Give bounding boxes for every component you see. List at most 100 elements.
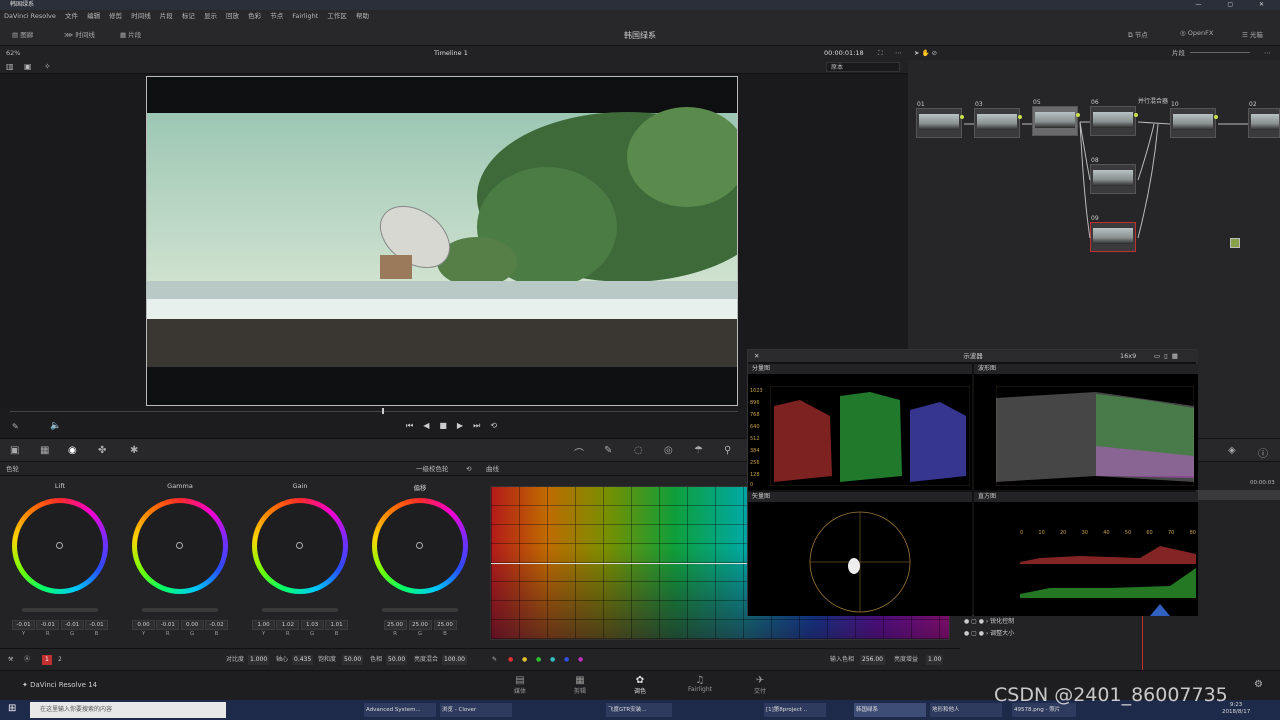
scope-name[interactable]: 波形图 <box>978 365 996 372</box>
menu-item[interactable]: 色彩 <box>248 12 261 20</box>
curves-icon[interactable]: ⌒ <box>574 445 584 460</box>
task-item[interactable]: Advanced System... <box>364 703 436 717</box>
cyan-dot-icon[interactable]: ● <box>550 649 555 671</box>
scrubber-track[interactable] <box>10 411 738 412</box>
video-frame[interactable] <box>146 76 738 406</box>
keyframe-row[interactable]: ● ▢ ● › 锐化控制 <box>964 616 1014 625</box>
value-y[interactable]: 0.00 <box>132 620 155 630</box>
value-r[interactable]: -0.01 <box>36 620 60 630</box>
red-dot-icon[interactable]: ● <box>508 649 513 671</box>
rgb-mixer-icon[interactable]: ✤ <box>98 445 106 456</box>
lum-mix-value[interactable]: 100.00 <box>442 655 467 665</box>
wheels-mode-select[interactable]: 一级校色轮 <box>416 462 449 476</box>
playback-controls[interactable]: ⏮◀■▶⏭⟲ <box>406 421 507 431</box>
close-icon[interactable]: ✕ <box>754 350 759 362</box>
nav-deliver[interactable]: ✈ 交付 <box>740 675 780 695</box>
contrast-value[interactable]: 1.000 <box>248 655 270 665</box>
nav-edit[interactable]: ▦ 剪辑 <box>560 675 600 695</box>
menu-item[interactable]: 片段 <box>160 12 173 20</box>
zoom-level[interactable]: 62% <box>6 46 20 60</box>
menu-item[interactable]: 时间线 <box>131 12 151 20</box>
wheel-handle[interactable] <box>416 542 423 549</box>
value-g[interactable]: 1.03 <box>300 620 324 630</box>
node-mode[interactable]: 片段 <box>1172 46 1185 60</box>
saturation-value[interactable]: 50.00 <box>342 655 364 665</box>
value-b[interactable]: -0.01 <box>84 620 108 630</box>
key-icon[interactable]: ⚲ <box>724 445 731 456</box>
task-item[interactable]: 韩国绿系 <box>854 703 926 717</box>
auto-icon[interactable]: Ⓐ <box>24 649 30 671</box>
gear-icon[interactable]: ⚙ <box>1254 679 1263 690</box>
timeline-name[interactable]: Timeline 1 <box>434 46 468 60</box>
pointer-icon[interactable]: ➤ ✋ ⊘ <box>914 46 937 60</box>
blue-dot-icon[interactable]: ● <box>564 649 569 671</box>
magic-icon[interactable]: ✧ <box>44 62 51 71</box>
output-node[interactable] <box>1230 238 1240 248</box>
source-select[interactable]: 原本 <box>826 62 900 72</box>
scope-layout-select[interactable]: 16x9 <box>1120 350 1136 362</box>
nodes-button[interactable]: ⧉ 节点 <box>1128 29 1148 40</box>
task-item[interactable]: 地形和他人 <box>930 703 1002 717</box>
taskbar-search[interactable]: 在这里输入你要搜索的内容 <box>30 702 226 718</box>
blur-icon[interactable]: ☂ <box>694 445 703 456</box>
value-b[interactable]: 25.00 <box>433 620 457 630</box>
value-g[interactable]: 25.00 <box>408 620 432 630</box>
keyframe-track[interactable] <box>1198 490 1280 500</box>
windows-start-icon[interactable]: ⊞ <box>8 703 16 714</box>
motion-icon[interactable]: ✱ <box>130 445 138 456</box>
value-y[interactable]: 1.00 <box>252 620 275 630</box>
magenta-dot-icon[interactable]: ● <box>578 649 583 671</box>
window-icon[interactable]: ◌ <box>634 445 643 456</box>
value-b[interactable]: -0.02 <box>204 620 228 630</box>
menu-item[interactable]: 工作区 <box>327 12 347 20</box>
lum-gain-value[interactable]: 1.00 <box>926 655 944 665</box>
menu-item[interactable]: 显示 <box>204 12 217 20</box>
scope-name[interactable]: 直方图 <box>978 493 996 500</box>
tracker-icon[interactable]: ◎ <box>664 445 673 456</box>
menu-item[interactable]: 标记 <box>182 12 195 20</box>
menu-item[interactable]: 修剪 <box>109 12 122 20</box>
page-1-button[interactable]: 1 <box>42 655 52 665</box>
value-r[interactable]: 25.00 <box>383 620 407 630</box>
scope-name[interactable]: 矢量图 <box>752 493 770 500</box>
qualifier-icon[interactable]: ✎ <box>604 445 612 456</box>
node-zoom-slider[interactable] <box>1190 52 1250 53</box>
menu-item[interactable]: 回放 <box>226 12 239 20</box>
wheel-handle[interactable] <box>296 542 303 549</box>
value-r[interactable]: -0.01 <box>156 620 180 630</box>
task-item[interactable]: [1]第8project .. <box>764 703 826 717</box>
yellow-dot-icon[interactable]: ● <box>522 649 527 671</box>
hue-value[interactable]: 50.00 <box>386 655 408 665</box>
task-item[interactable]: 飞度GTR安装... <box>606 703 672 717</box>
more-icon[interactable]: ⋯ <box>895 46 902 60</box>
reset-icon[interactable]: ⟲ <box>466 462 471 476</box>
green-dot-icon[interactable]: ● <box>536 649 541 671</box>
picker-icon[interactable]: ✎ <box>492 649 497 671</box>
openfx-button[interactable]: ◎ OpenFX <box>1180 29 1213 37</box>
grid-icon[interactable]: ▦ <box>40 445 49 456</box>
nav-fairlight[interactable]: ♫ Fairlight <box>680 675 720 693</box>
input-hue-value[interactable]: 256.00 <box>860 655 885 665</box>
master-wheel-slider[interactable] <box>382 608 458 612</box>
playhead[interactable] <box>382 408 384 414</box>
keyframe-row[interactable]: ● ▢ ● › 调整大小 <box>964 628 1014 637</box>
picker-icon[interactable]: ⚒ <box>8 649 13 671</box>
volume-icon[interactable]: 🔈 <box>50 421 61 431</box>
lightbox-button[interactable]: ☰ 光箱 <box>1242 29 1263 39</box>
menu-item[interactable]: 帮助 <box>356 12 369 20</box>
window-controls[interactable]: — ▢ ✕ <box>1195 0 1276 10</box>
info-icon[interactable]: ⓘ <box>1258 445 1268 460</box>
scope-name[interactable]: 分量图 <box>752 365 770 372</box>
split-icon[interactable]: ▣ <box>24 62 32 71</box>
wheel-handle[interactable] <box>56 542 63 549</box>
wheel-handle[interactable] <box>176 542 183 549</box>
menu-item[interactable]: Fairlight <box>292 12 318 20</box>
menu-item[interactable]: DaVinci Resolve <box>4 12 56 20</box>
pivot-value[interactable]: 0.435 <box>292 655 314 665</box>
color-wheels-icon[interactable]: ◉ <box>68 445 77 456</box>
value-g[interactable]: -0.01 <box>60 620 84 630</box>
value-r[interactable]: 1.02 <box>276 620 300 630</box>
page-2-button[interactable]: 2 <box>58 649 62 671</box>
nav-media[interactable]: ▤ 媒体 <box>500 675 540 695</box>
menu-item[interactable]: 文件 <box>65 12 78 20</box>
